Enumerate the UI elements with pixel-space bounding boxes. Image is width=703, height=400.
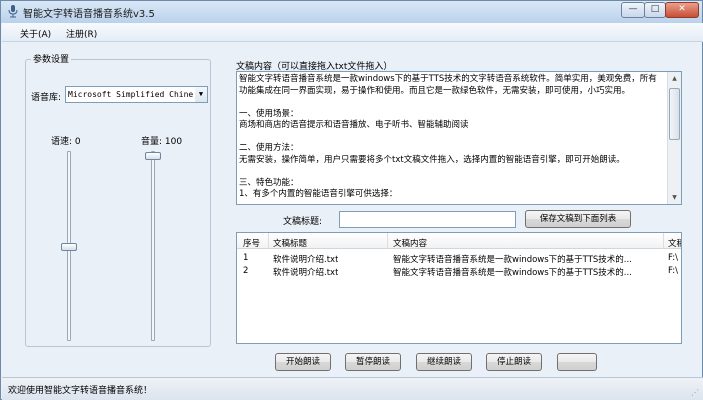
stop-reading-button[interactable]: 停止朗读 [486,353,542,371]
close-button[interactable]: ✕ [665,2,699,18]
cell-title: 软件说明介绍.txt [273,255,339,265]
resume-reading-button[interactable]: 继续朗读 [416,353,472,371]
extra-button[interactable] [557,353,597,371]
col-header-path[interactable]: 文稿 [668,237,681,249]
start-reading-button[interactable]: 开始朗读 [275,353,331,371]
table-row[interactable]: 1 软件说明介绍.txt 智能文字转语音播音系统是一款windows下的基于TT… [237,252,681,265]
menu-bar: 关于(A) 注册(R) [2,23,703,42]
triangle-down-icon[interactable]: ▼ [668,191,681,204]
table-row[interactable]: 2 软件说明介绍.txt 智能文字转语音播音系统是一款windows下的基于TT… [237,265,681,278]
app-window: 智能文字转语音播音系统v3.5 — □ ✕ 关于(A) 注册(R) 参数设置 语… [0,0,703,400]
content-scrollbar[interactable]: ▲ ▼ [667,72,681,204]
cell-path: F:\ [668,266,678,276]
doc-title-label: 文稿标题: [283,217,323,227]
menu-about[interactable]: 关于(A) [20,27,51,40]
save-to-list-button[interactable]: 保存文稿到下面列表 [525,210,631,228]
params-group-label: 参数设置 [31,52,72,65]
cell-path: F:\ [668,253,678,263]
menu-register[interactable]: 注册(R) [66,27,97,40]
status-bar: 欢迎使用智能文字转语音播音系统！ ⋰ [2,377,703,400]
minimize-button[interactable]: — [621,2,645,18]
rate-label: 语速: 0 [51,137,81,147]
col-header-content[interactable]: 文稿内容 [393,237,427,249]
chevron-down-icon[interactable]: ▼ [195,87,207,102]
doc-title-input[interactable] [339,211,516,228]
col-header-title[interactable]: 文稿标题 [273,237,307,249]
cell-index: 2 [243,266,249,276]
col-header-index[interactable]: 序号 [243,237,260,249]
doc-table: 序号 文稿标题 文稿内容 文稿 1 软件说明介绍.txt 智能文字转语音播音系统… [236,232,682,344]
voice-label: 语音库: [31,93,62,103]
cell-index: 1 [243,253,249,263]
scrollbar-thumb[interactable] [669,88,680,140]
microphone-icon [8,5,18,18]
volume-slider-track[interactable] [151,151,155,341]
voice-select-value: Microsoft Simplified Chine [68,90,194,99]
window-title: 智能文字转语音播音系统v3.5 [23,9,155,20]
pause-reading-button[interactable]: 暂停朗读 [345,353,401,371]
cell-content: 智能文字转语音播音系统是一款windows下的基于TTS技术的... [393,268,632,278]
status-text: 欢迎使用智能文字转语音播音系统！ [8,386,153,396]
table-header: 序号 文稿标题 文稿内容 文稿 [237,233,681,249]
cell-content: 智能文字转语音播音系统是一款windows下的基于TTS技术的... [393,255,632,265]
cell-title: 软件说明介绍.txt [273,268,339,278]
triangle-up-icon[interactable]: ▲ [668,72,681,85]
maximize-button[interactable]: □ [644,2,666,18]
volume-label: 音量: 100 [141,137,183,147]
rate-slider-thumb[interactable] [61,243,77,251]
voice-select[interactable]: Microsoft Simplified Chine ▼ [65,86,208,103]
volume-slider-thumb[interactable] [145,152,161,160]
content-textarea[interactable]: 智能文字转语音播音系统是一款windows下的基于TTS技术的文字转语音系统软件… [236,71,682,205]
title-bar[interactable]: 智能文字转语音播音系统v3.5 — □ ✕ [1,1,702,22]
resize-grip-icon[interactable]: ⋰ [691,388,699,397]
